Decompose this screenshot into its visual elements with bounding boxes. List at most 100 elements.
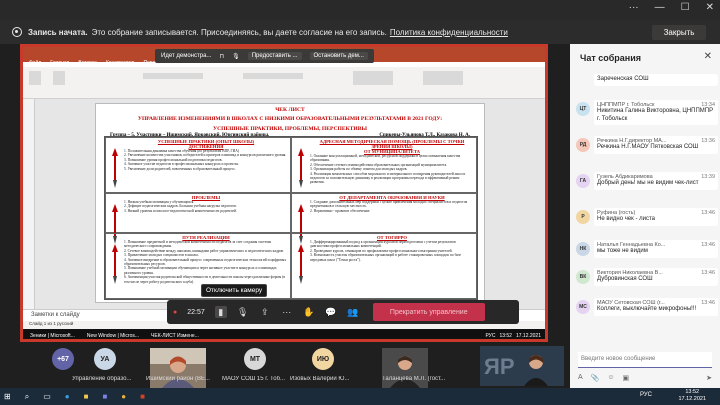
chat-time: 13:46 — [701, 300, 715, 306]
chrome-icon[interactable]: ● — [121, 392, 126, 401]
paragraph-box[interactable] — [243, 73, 303, 79]
minimize-icon[interactable]: — — [655, 2, 665, 13]
svg-text:ЯР: ЯР — [484, 354, 515, 379]
meeting-timer: 22:57 — [187, 308, 205, 316]
chat-time: 13:36 — [701, 138, 715, 144]
teams-title-bar: ··· — ☐ ✕ — [0, 0, 720, 20]
edge-icon[interactable]: ● — [65, 392, 70, 401]
self-video[interactable]: ЯР — [480, 346, 564, 386]
powerpoint-icon[interactable]: ■ — [140, 392, 145, 401]
checklist-cell: ОТ ДЕПАРТАМЕНТА ОБРАЗОВАНИЯ И НАУКИ 1. Со… — [291, 193, 477, 244]
chat-bubble: Гузель Абдикаримова 13:39 Добрый день! мы … — [594, 172, 718, 190]
recording-banner-bold: Запись начата. — [28, 27, 88, 37]
mic-icon[interactable]: 🎙 — [232, 53, 240, 60]
cell-line: 3. Низкий уровень психолого-педагогическ… — [124, 208, 237, 213]
shared-taskbar-clock: РУС 13:52 17.12.2021 — [485, 333, 545, 339]
task-view-icon[interactable]: ▭ — [43, 392, 51, 401]
chat-avatar: Р — [576, 210, 590, 224]
shared-taskbar: Зеники | Microsoft... New Window | Micro… — [23, 329, 545, 339]
shared-taskbar-time: 13:52 — [499, 332, 512, 339]
emoji-icon[interactable]: ☺ — [607, 374, 614, 382]
participant-video-tile[interactable]: Таланцева М.Л. (гост... — [362, 348, 445, 388]
explorer-icon[interactable]: ■ — [84, 392, 89, 401]
chat-message-input[interactable]: Введите новое сообщение — [578, 352, 712, 368]
share-icon[interactable]: ⇪ — [259, 306, 271, 318]
stop-control-button[interactable]: Прекратить управление — [372, 303, 485, 321]
more-options-icon[interactable]: ··· — [629, 2, 639, 13]
slide-title: УПРАВЛЕНИЕ ИЗМЕНЕНИЯМИ В ШКОЛАХ С НИЗКИМ… — [137, 116, 443, 123]
paste-icon[interactable] — [29, 71, 41, 85]
participant-tile[interactable]: ИЮ Изовых Валерий Ю... — [290, 348, 356, 386]
close-banner-button[interactable]: Закрыть — [652, 25, 706, 40]
participant-tile[interactable]: МТ МАОУ СОШ 15 г. Тоб... — [222, 348, 288, 386]
chat-panel: Чат собрания ✕ Зареченская СОШ ЦТ ЦНППМПР … — [570, 44, 720, 388]
overflow-avatar[interactable]: +67 — [52, 348, 74, 370]
chat-text: Речкина Н.Г.МАОУ Пятковская СОШ — [597, 144, 699, 150]
send-icon[interactable]: ➤ — [706, 374, 712, 382]
red-arrow-icon — [112, 244, 118, 284]
give-control-button[interactable]: Предоставить ... — [247, 52, 302, 60]
attach-icon[interactable]: 📎 — [591, 374, 600, 382]
participants-icon[interactable]: 👥 — [347, 306, 359, 318]
font-box[interactable] — [143, 73, 203, 79]
chat-avatar: НК — [576, 242, 590, 256]
shared-taskbar-date: 17.12.2021 — [515, 332, 541, 339]
avatar: МТ — [244, 348, 266, 370]
more-actions-icon[interactable]: ··· — [281, 306, 293, 318]
pin-icon[interactable]: ⊓ — [219, 53, 224, 60]
cell-heading: АДРЕСНАЯ МЕТОДИЧЕСКАЯ ПОМОЩЬ (ПРОБЛЕМЫ С… — [319, 139, 465, 149]
cell-line: 1. Дифференцированный подход к организац… — [310, 240, 456, 249]
ppt-menu-item[interactable]: Файл — [29, 60, 41, 66]
search-icon[interactable]: ⌕ — [25, 392, 29, 402]
stop-presenting-button[interactable]: Остановить дем... — [309, 52, 368, 60]
cell-line: 1. Создание дополнительных мер поддержки… — [310, 200, 468, 209]
chat-bubble: Руфина (гость) 13:46 Не видно чек - листа — [594, 208, 718, 226]
chat-tools: A 📎 ☺ ▣ ➤ — [578, 374, 712, 382]
format-icon[interactable]: A — [578, 374, 583, 382]
taskbar-clock[interactable]: 13:52 17.12.2021 — [678, 389, 706, 403]
camera-tooltip: Отключить камеру — [201, 284, 268, 297]
close-chat-icon[interactable]: ✕ — [704, 51, 712, 62]
checklist-cell: АДРЕСНАЯ МЕТОДИЧЕСКАЯ ПОМОЩЬ (ПРОБЛЕМЫ С… — [291, 137, 477, 193]
shared-taskbar-item: Зеники | Microsoft... — [30, 332, 75, 339]
cell-line: 4. Реализация комплексных способов морал… — [310, 171, 466, 185]
participant-name: Ишимский район (ВЕ... — [146, 376, 210, 382]
ppt-menu-item[interactable]: Вставка — [78, 60, 97, 66]
camera-icon[interactable]: ▮ — [214, 306, 227, 318]
chat-icon[interactable]: 💬 — [325, 306, 337, 318]
chat-avatar: РД — [576, 138, 590, 152]
slide-title-small: ЧЕК ЛИСТ — [275, 107, 305, 113]
participant-video-tile[interactable]: Ишимский район (ВЕ... — [146, 348, 212, 388]
chat-title: Чат собрания — [580, 53, 642, 63]
ppt-menu-item[interactable]: Конструктор — [106, 60, 135, 66]
red-arrow-icon — [112, 148, 118, 188]
cell-line: 4. Активное внедрение в образовательный … — [124, 257, 287, 267]
cell-line: 3. Возможность участия образовательных о… — [310, 253, 462, 262]
chat-text: Добрый день! мы не видим чек-лист — [597, 180, 699, 186]
cell-line: 2. Нормативно - правовое обеспечение. — [310, 208, 371, 213]
slide-title-line2: УСПЕШНЫЕ ПРАКТИКИ, ПРОБЛЕМЫ, ПЕРСПЕКТИВЫ — [213, 125, 367, 132]
start-icon[interactable]: ⊞ — [4, 392, 11, 401]
chat-time: 13:34 — [701, 102, 715, 108]
privacy-policy-link[interactable]: Политика конфиденциальности — [390, 28, 508, 37]
thumbnail-panel[interactable] — [23, 99, 35, 309]
raise-hand-icon[interactable]: ✋ — [303, 306, 315, 318]
red-arrow-icon — [298, 244, 304, 284]
avatar: ИЮ — [312, 348, 334, 370]
participant-name: Изовых Валерий Ю... — [290, 376, 350, 382]
maximize-icon[interactable]: ☐ — [681, 2, 690, 13]
shapes-icon[interactable] — [353, 71, 393, 85]
gif-icon[interactable]: ▣ — [623, 374, 630, 382]
close-icon[interactable]: ✕ — [706, 2, 714, 13]
participant-tile[interactable]: УА Управление образо... — [72, 348, 138, 386]
teams-icon[interactable]: ■ — [102, 392, 107, 401]
person-video-icon: ЯР — [480, 346, 564, 386]
taskbar-lang[interactable]: РУС — [640, 392, 652, 398]
new-slide-icon[interactable] — [53, 71, 65, 85]
editing-icon[interactable] — [423, 71, 463, 85]
ppt-menu-item[interactable]: Главная — [50, 60, 69, 66]
shared-screen: Файл Главная Вставка Конструктор Переход… — [20, 44, 548, 342]
microphone-icon[interactable]: 🎙 — [237, 306, 249, 318]
chat-avatar: ВК — [576, 270, 590, 284]
recording-dot-icon: ● — [173, 308, 178, 316]
